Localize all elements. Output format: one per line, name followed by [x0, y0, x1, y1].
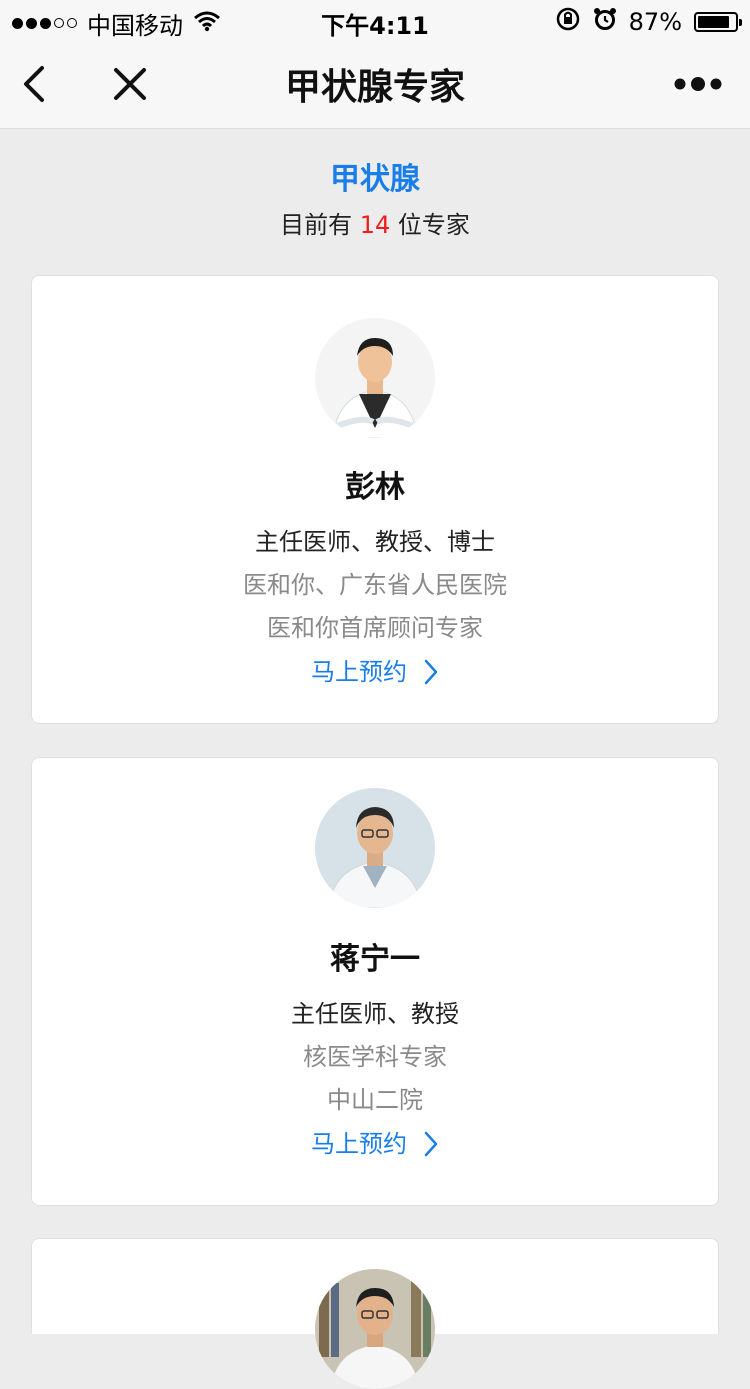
- alarm-icon: [593, 7, 617, 37]
- doctor-specialty: 核医学科专家: [303, 1043, 447, 1071]
- doctor-card[interactable]: [31, 1238, 719, 1389]
- more-dots-icon: [674, 77, 722, 91]
- doctor-title: 主任医师、教授: [291, 1000, 459, 1028]
- doctor-hospital: 医和你、广东省人民医院: [243, 571, 507, 599]
- chevron-right-icon: [424, 1131, 438, 1157]
- status-right: 87%: [555, 6, 742, 38]
- doctor-name: 彭林: [345, 470, 405, 505]
- doctor-avatar: [315, 788, 435, 908]
- nav-bar: 甲状腺专家: [0, 40, 750, 129]
- count-number: 14: [359, 211, 391, 239]
- doctor-specialty: 医和你首席顾问专家: [267, 614, 483, 642]
- book-label: 马上预约: [311, 1130, 407, 1158]
- count-suffix: 位专家: [397, 211, 470, 239]
- doctor-card[interactable]: 彭林 主任医师、教授、博士 医和你、广东省人民医院 医和你首席顾问专家 马上预约: [31, 275, 719, 724]
- doctor-name: 蒋宁一: [330, 942, 420, 977]
- status-bar: 中国移动 下午4:11 87%: [0, 0, 750, 40]
- doctor-avatar: [315, 1269, 435, 1389]
- section-header: 甲状腺 目前有 14 位专家: [0, 158, 750, 242]
- section-title: 甲状腺: [330, 162, 420, 197]
- book-appointment-button[interactable]: 马上预约: [311, 1126, 439, 1162]
- expert-count: 目前有 14 位专家: [0, 208, 750, 242]
- count-prefix: 目前有: [280, 211, 353, 239]
- page-title: 甲状腺专家: [284, 67, 465, 108]
- doctor-avatar: [315, 318, 435, 438]
- doctor-title: 主任医师、教授、博士: [255, 528, 495, 556]
- doctor-card[interactable]: 蒋宁一 主任医师、教授 核医学科专家 中山二院 马上预约: [31, 757, 719, 1206]
- more-button[interactable]: [668, 40, 728, 128]
- battery-percent: 87%: [628, 8, 682, 36]
- battery-icon: [694, 12, 742, 32]
- orientation-lock-icon: [555, 6, 581, 38]
- book-label: 马上预约: [311, 658, 407, 686]
- doctor-hospital: 中山二院: [327, 1086, 423, 1114]
- chevron-right-icon: [424, 659, 438, 685]
- book-appointment-button[interactable]: 马上预约: [311, 654, 439, 690]
